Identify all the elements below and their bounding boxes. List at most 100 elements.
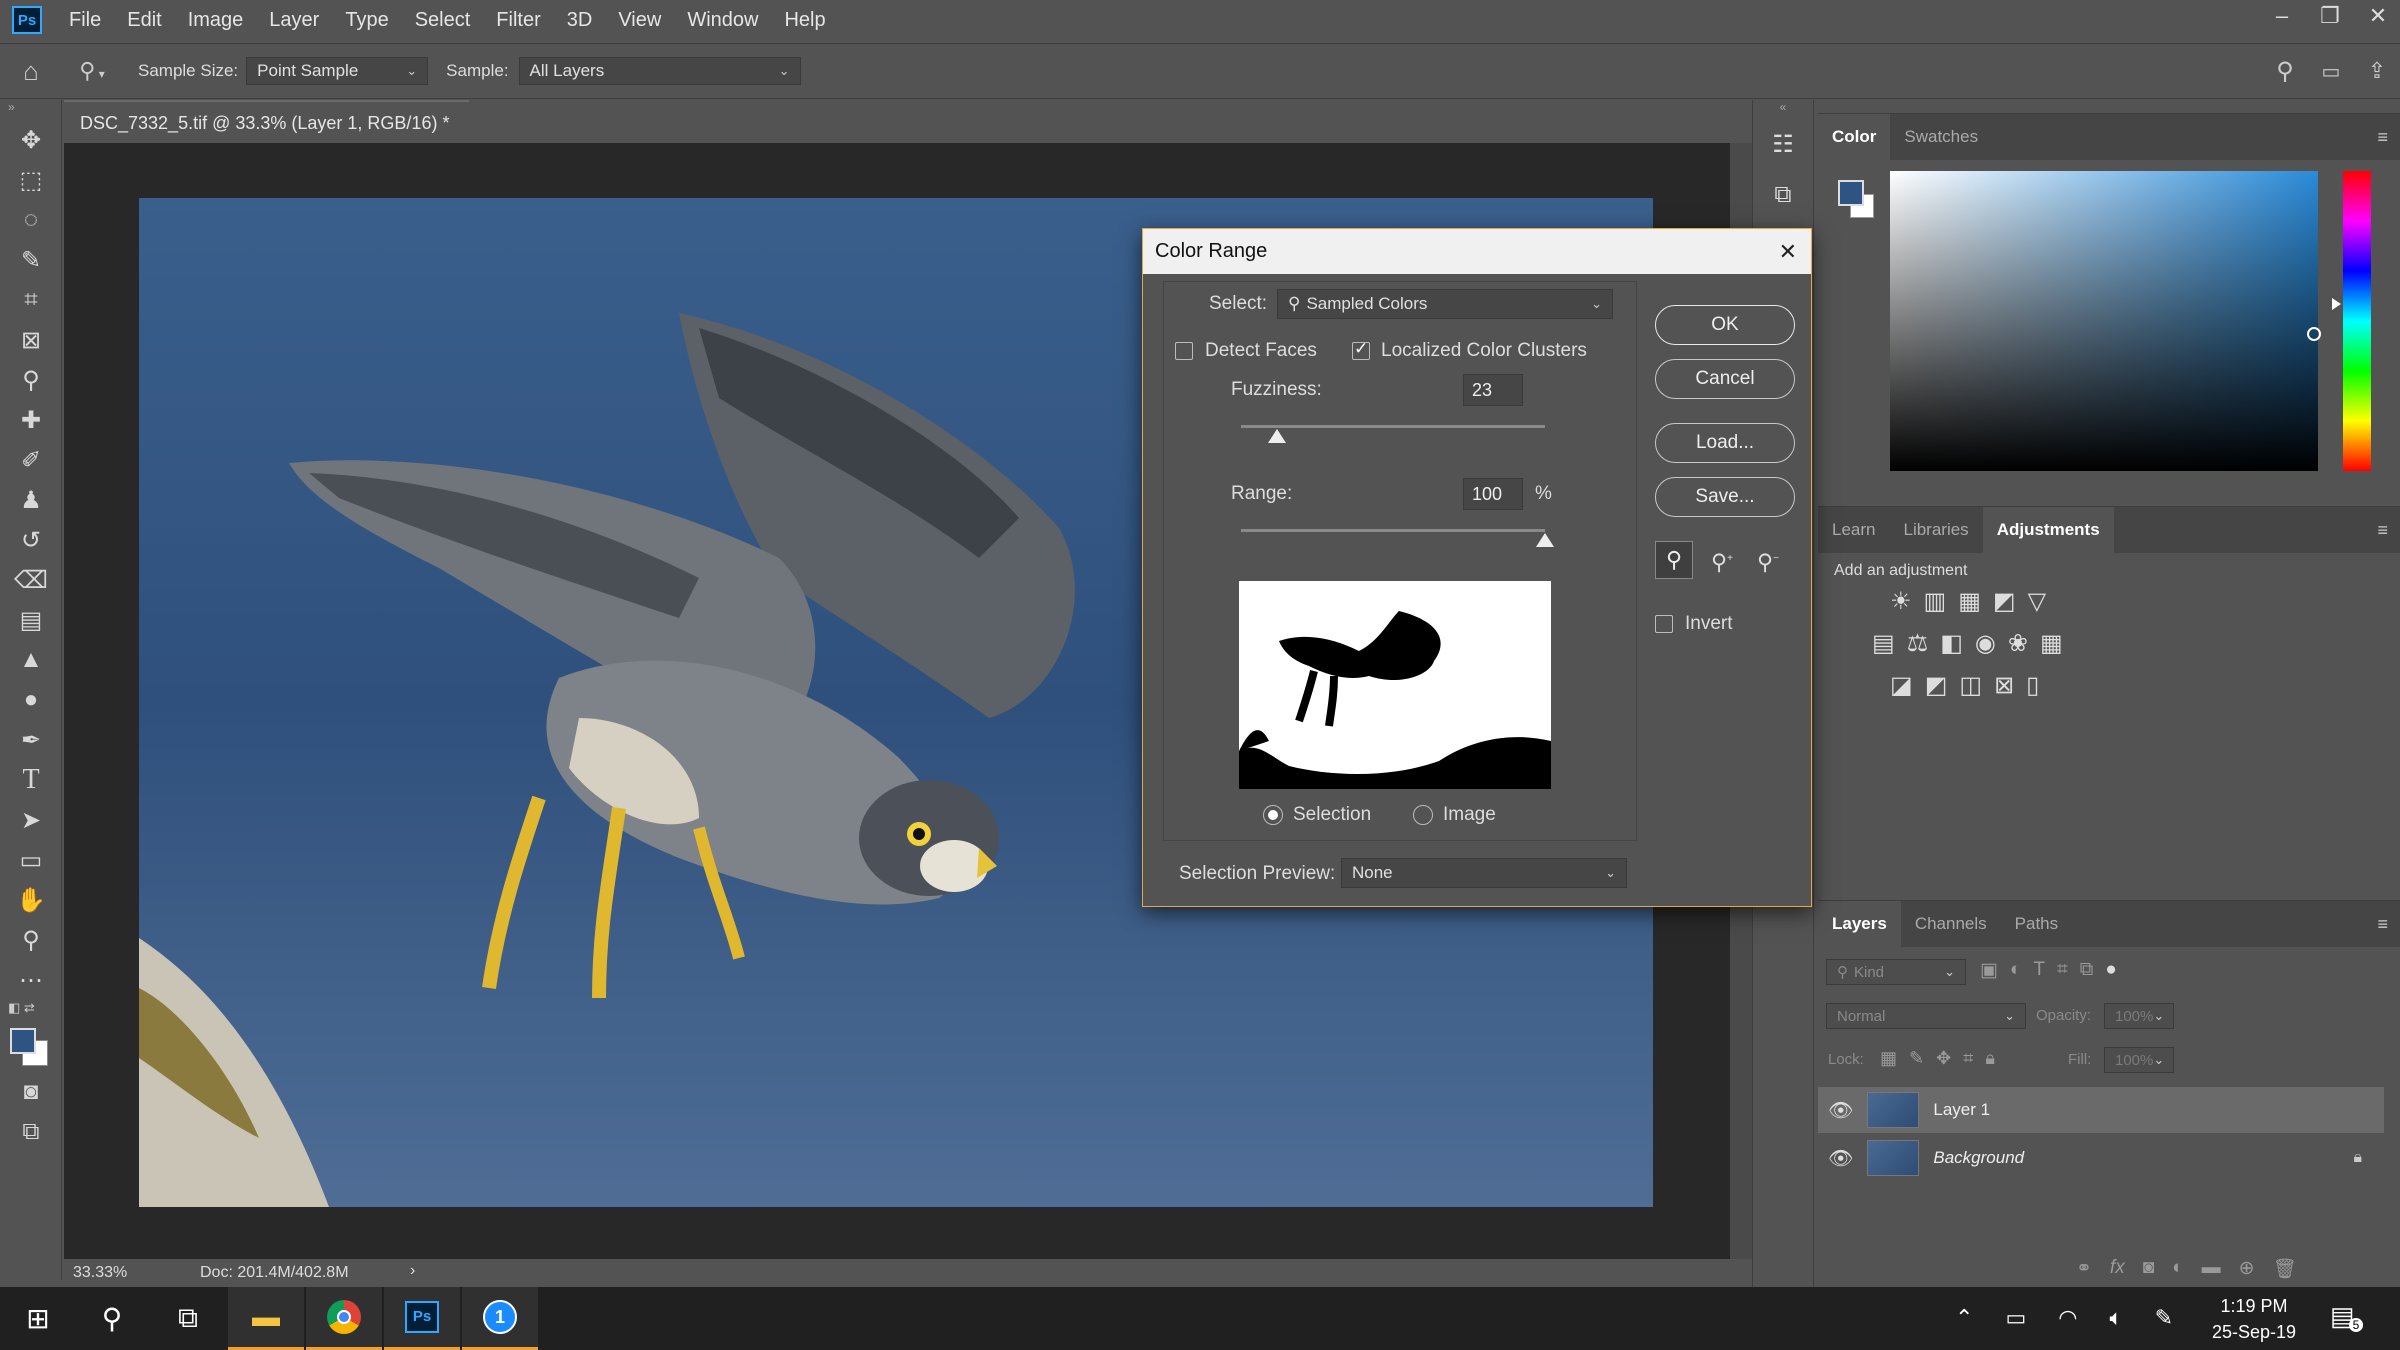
hue-slider-marker[interactable] — [2332, 298, 2341, 310]
adjustment-filter-icon[interactable]: ◐ — [2010, 959, 2021, 982]
foreground-color-swatch[interactable] — [10, 1028, 36, 1054]
show-hidden-icons-icon[interactable]: ⌃ — [1955, 1305, 1973, 1331]
tab-libraries[interactable]: Libraries — [1889, 507, 1982, 553]
filter-toggle-icon[interactable]: ● — [2105, 959, 2116, 982]
image-radio[interactable] — [1413, 805, 1433, 825]
dodge-tool-icon[interactable]: ● — [0, 680, 62, 720]
channel-mixer-icon[interactable]: ❀ — [2008, 629, 2028, 658]
hand-tool-icon[interactable]: ✋ — [0, 880, 62, 920]
blend-mode-select[interactable]: Normal ⌄ — [1826, 1003, 2026, 1029]
zoom-tool-icon[interactable]: ⚲ — [0, 920, 62, 960]
tab-learn[interactable]: Learn — [1818, 507, 1889, 553]
menu-layer[interactable]: Layer — [269, 9, 319, 32]
type-filter-icon[interactable]: T — [2033, 959, 2045, 982]
collapse-icon[interactable]: » — [0, 100, 61, 120]
layer-row-layer-1[interactable]: 👁︎ Layer 1 — [1818, 1087, 2384, 1133]
history-brush-icon[interactable]: ↺ — [0, 520, 62, 560]
sample-size-select[interactable]: Point Sample ⌄ — [246, 57, 429, 85]
close-window-button[interactable]: ✕ — [2356, 0, 2400, 36]
type-tool-icon[interactable]: T — [0, 760, 62, 800]
restore-button[interactable]: ❐ — [2308, 0, 2352, 36]
range-slider-thumb[interactable] — [1536, 533, 1554, 547]
menu-image[interactable]: Image — [188, 9, 244, 32]
menu-type[interactable]: Type — [345, 9, 388, 32]
detect-faces-checkbox[interactable] — [1175, 342, 1193, 360]
color-field-picker[interactable] — [2307, 327, 2321, 341]
eyedropper-tool-preset-icon[interactable]: ⚲ ▾ — [62, 58, 122, 84]
photo-filter-icon[interactable]: ◉ — [1975, 629, 1996, 658]
frame-tool-icon[interactable]: ⊠ — [0, 320, 62, 360]
tab-layers[interactable]: Layers — [1818, 901, 1901, 947]
lock-position-icon[interactable]: ✥ — [1936, 1048, 1951, 1069]
color-lookup-icon[interactable]: ▦ — [2040, 629, 2063, 658]
selection-radio[interactable] — [1263, 805, 1283, 825]
properties-panel-icon[interactable]: ☷ — [1753, 120, 1813, 170]
fuzziness-input[interactable]: 23 — [1463, 374, 1523, 406]
eyedropper-subtract-icon[interactable]: ⚲− — [1749, 541, 1787, 579]
selection-preview-select[interactable]: None ⌄ — [1341, 858, 1627, 888]
blur-tool-icon[interactable]: ▲ — [0, 640, 62, 680]
pen-tool-icon[interactable]: ✒ — [0, 720, 62, 760]
threshold-icon[interactable]: ◫ — [1959, 671, 1982, 700]
fill-field[interactable]: 100% ⌄ — [2104, 1047, 2174, 1073]
sample-select[interactable]: All Layers ⌄ — [518, 57, 801, 85]
marquee-tool-icon[interactable]: ⬚ — [0, 160, 62, 200]
lock-transparency-icon[interactable]: ▦ — [1880, 1048, 1897, 1069]
status-menu-arrow[interactable]: › — [410, 1262, 415, 1280]
menu-3d[interactable]: 3D — [567, 9, 593, 32]
lock-image-icon[interactable]: ✎ — [1909, 1048, 1924, 1069]
search-icon[interactable]: ⚲ — [74, 1287, 150, 1350]
1password-icon[interactable]: 1 — [462, 1287, 538, 1350]
eyedropper-sample-icon[interactable]: ⚲ — [1655, 541, 1693, 579]
gradient-map-icon[interactable]: ▯ — [2026, 671, 2039, 700]
file-explorer-icon[interactable]: ▬ — [228, 1287, 304, 1350]
menu-filter[interactable]: Filter — [496, 9, 540, 32]
hue-slider[interactable] — [2343, 171, 2371, 471]
clock[interactable]: 1:19 PM 25-Sep-19 — [2212, 1293, 2296, 1345]
search-icon[interactable]: ⚲ — [2262, 57, 2308, 86]
ok-button[interactable]: OK — [1655, 305, 1795, 345]
black-white-icon[interactable]: ◧ — [1940, 629, 1963, 658]
selective-color-icon[interactable]: ⊠ — [1994, 671, 2014, 700]
workspace-icon[interactable]: ▭ — [2308, 59, 2354, 84]
save-button[interactable]: Save... — [1655, 477, 1795, 517]
color-panel-fg-swatch[interactable] — [1838, 180, 1864, 206]
color-swatches[interactable] — [0, 1022, 61, 1072]
fuzziness-slider-thumb[interactable] — [1268, 429, 1287, 443]
new-group-icon[interactable]: ▬ — [2202, 1257, 2221, 1281]
pixel-filter-icon[interactable]: ▣ — [1980, 959, 1998, 982]
eyedropper-add-icon[interactable]: ⚲+ — [1703, 541, 1741, 579]
layer-comps-panel-icon[interactable]: ⧉ — [1753, 170, 1813, 220]
lock-artboard-icon[interactable]: ⌗ — [1963, 1048, 1973, 1069]
volume-icon[interactable]: 🔈︎ — [2109, 1305, 2122, 1331]
fx-icon[interactable]: fx — [2110, 1257, 2125, 1281]
gradient-tool-icon[interactable]: ▤ — [0, 600, 62, 640]
panel-menu-icon[interactable]: ≡ — [2377, 914, 2388, 935]
fuzziness-slider-track[interactable] — [1241, 425, 1545, 428]
opacity-field[interactable]: 100% ⌄ — [2104, 1003, 2174, 1029]
range-input[interactable]: 100 — [1463, 478, 1523, 510]
menu-select[interactable]: Select — [415, 9, 471, 32]
panel-menu-icon[interactable]: ≡ — [2377, 520, 2388, 541]
smart-object-filter-icon[interactable]: ⧉ — [2080, 959, 2094, 982]
expand-panels-icon[interactable]: « — [1753, 100, 1813, 120]
hue-saturation-icon[interactable]: ▤ — [1872, 629, 1895, 658]
tab-paths[interactable]: Paths — [2001, 901, 2072, 947]
eyedropper-tool-icon[interactable]: ⚲ — [0, 360, 62, 400]
panel-menu-icon[interactable]: ≡ — [2377, 127, 2388, 148]
load-button[interactable]: Load... — [1655, 423, 1795, 463]
chrome-icon[interactable] — [306, 1287, 382, 1350]
localized-clusters-checkbox[interactable] — [1352, 339, 1370, 360]
task-view-icon[interactable]: ⧉ — [150, 1287, 226, 1350]
menu-window[interactable]: Window — [687, 9, 758, 32]
menu-view[interactable]: View — [618, 9, 661, 32]
vibrance-icon[interactable]: ▽ — [2028, 587, 2046, 616]
invert-checkbox[interactable] — [1655, 615, 1673, 633]
posterize-icon[interactable]: ◩ — [1925, 671, 1948, 700]
path-selection-icon[interactable]: ➤ — [0, 800, 62, 840]
color-balance-icon[interactable]: ⚖ — [1907, 629, 1929, 658]
rectangle-tool-icon[interactable]: ▭ — [0, 840, 62, 880]
dialog-titlebar[interactable]: Color Range ✕ — [1143, 229, 1811, 274]
curves-icon[interactable]: ▦ — [1958, 587, 1981, 616]
tab-color[interactable]: Color — [1818, 114, 1891, 160]
